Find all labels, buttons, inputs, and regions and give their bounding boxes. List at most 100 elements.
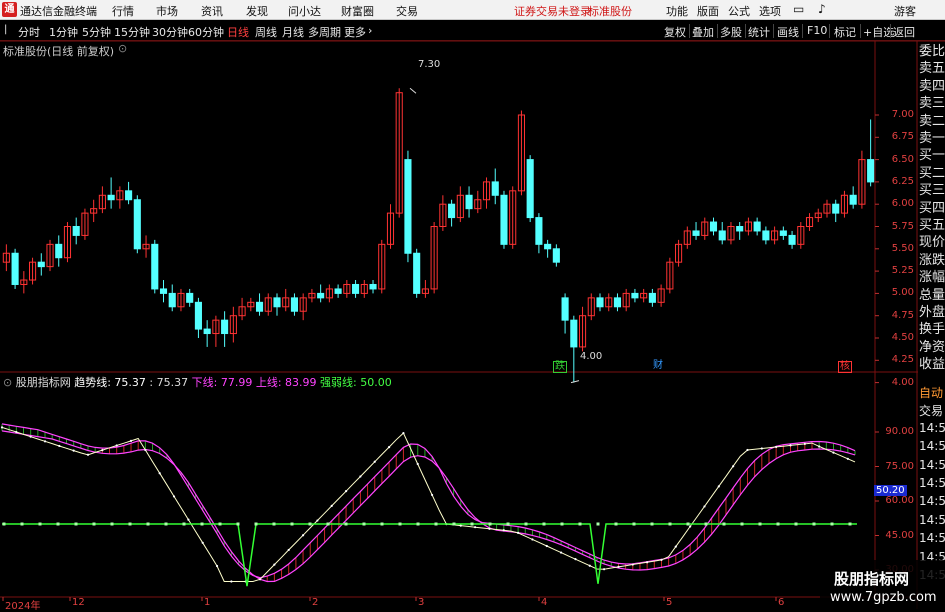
candle-body: [535, 217, 543, 245]
trade-mode-label[interactable]: 交易: [919, 402, 945, 419]
trend-point: [703, 505, 706, 508]
trend-point: [387, 445, 391, 449]
strong-weak-point: [416, 522, 420, 526]
trend-point: [101, 449, 104, 452]
quote-row-label: 收益: [919, 357, 945, 373]
strong-weak-point: [344, 522, 348, 526]
watermark-title: 股朋指标网: [834, 570, 910, 588]
strong-weak-point: [362, 522, 366, 526]
trend-point: [58, 444, 61, 448]
kline-chart[interactable]: [0, 0, 945, 609]
trade-mode-label[interactable]: 自动: [919, 384, 945, 401]
strong-weak-point: [128, 522, 132, 526]
candle-body: [159, 288, 168, 294]
candle-body: [631, 292, 639, 299]
strong-weak-line: [2, 523, 857, 587]
strong-weak-point: [848, 522, 852, 526]
trend-point: [646, 561, 649, 564]
trend-point: [402, 431, 405, 435]
strong-weak-point: [722, 522, 726, 526]
high-pointer: [409, 87, 417, 94]
trade-time: 14:56: [919, 512, 945, 527]
candle-body: [648, 292, 656, 303]
marker-check[interactable]: 核: [838, 361, 852, 373]
candle-body: [290, 297, 299, 312]
trend-point: [86, 453, 90, 456]
upper-line: [1, 423, 856, 579]
candle-body: [692, 230, 700, 236]
strong-weak-point: [596, 522, 600, 526]
trend-point: [818, 445, 821, 448]
strong-weak-point: [56, 522, 60, 526]
trade-time: 14:56: [919, 457, 945, 472]
strong-weak-point: [704, 522, 708, 526]
strong-weak-value: 强弱线: 50.00: [320, 376, 392, 389]
trend-point: [717, 485, 720, 488]
trend-point: [674, 545, 677, 548]
candle-body: [413, 252, 421, 294]
trend-point: [746, 448, 749, 452]
price-tick: 6.50: [891, 153, 914, 165]
date-tick: 5: [666, 597, 673, 608]
trend-point: [373, 460, 376, 463]
candle-body: [194, 301, 202, 330]
candle-body: [613, 297, 622, 308]
trend-line-value: 趋势线: 75.37: [74, 376, 146, 389]
trend-point: [287, 548, 290, 552]
strong-weak-point: [470, 522, 474, 526]
candle-body: [491, 181, 499, 196]
candle-body: [718, 230, 726, 241]
indicator-settings-icon[interactable]: ⊙: [3, 376, 12, 389]
trend-point: [803, 442, 806, 445]
strong-weak-point: [650, 522, 654, 526]
indicator-tick: 60.00: [885, 495, 914, 506]
trend-point: [732, 465, 735, 468]
date-tick: 12: [72, 597, 85, 608]
price-tick: 6.25: [891, 175, 914, 187]
strong-weak-point: [110, 522, 114, 526]
price-tick: 6.75: [891, 131, 914, 143]
date-tick: 2: [312, 597, 319, 608]
candle-body: [596, 297, 604, 308]
candle-body: [107, 194, 115, 201]
chart-settings-icon[interactable]: ⊙: [118, 42, 127, 55]
quote-panel: 委比 卖五 卖四 卖三 卖二 卖一 买一 买二 买三 买四 买五 现价 涨跌 涨幅 总量 外盘 换手 净资 收益: [918, 41, 945, 381]
candle-body: [544, 243, 552, 250]
strong-weak-point: [146, 522, 150, 526]
candle-body: [273, 297, 281, 308]
candle-body: [709, 221, 718, 232]
strong-weak-point: [290, 522, 294, 526]
trend-point: [473, 526, 477, 529]
strong-weak-point: [20, 522, 24, 526]
trend-point: [603, 568, 606, 571]
strong-weak-point: [632, 522, 636, 526]
trend-point: [631, 563, 634, 566]
trend-point: [789, 444, 792, 447]
trend-point: [29, 435, 32, 438]
strong-weak-point: [2, 522, 6, 526]
trend-point: [301, 534, 305, 537]
candle-body: [72, 226, 80, 236]
strong-weak-point: [200, 522, 204, 526]
candle-body: [526, 159, 534, 219]
trend-point: [330, 504, 333, 507]
lower-line: [1, 430, 856, 583]
indicator-name[interactable]: 股朋指标网: [16, 376, 71, 389]
marker-finance[interactable]: 财: [653, 361, 663, 371]
candle-body: [788, 234, 796, 245]
price-tick: 5.50: [891, 242, 914, 254]
trend-point: [574, 558, 577, 561]
candle-body: [500, 194, 508, 245]
trend-point: [43, 440, 47, 443]
marker-fall[interactable]: 跌: [553, 361, 567, 373]
trend-point: [846, 457, 849, 460]
trade-time: 14:56: [919, 531, 945, 546]
candle-body: [465, 194, 473, 210]
candle-body: [255, 301, 264, 312]
candle-body: [448, 203, 456, 219]
trend-point: [430, 493, 434, 497]
trend-point: [230, 580, 233, 583]
trend-point: [129, 439, 133, 442]
date-tick: 3: [418, 597, 425, 608]
strong-weak-point: [92, 522, 96, 526]
